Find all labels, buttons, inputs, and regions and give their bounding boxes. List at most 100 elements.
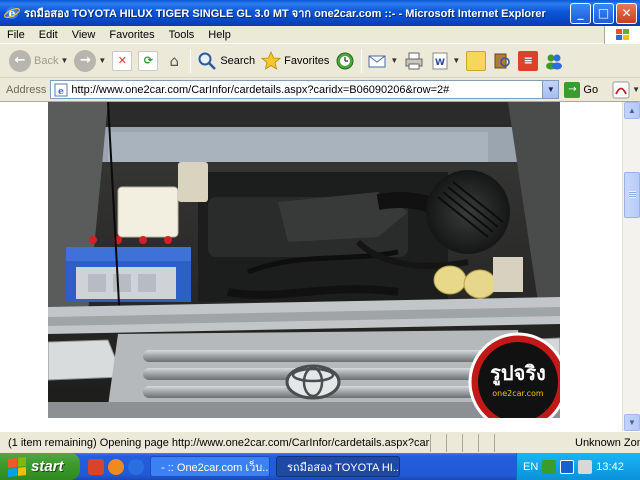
watermark-main-text: รูปจริง bbox=[490, 361, 546, 387]
print-button[interactable] bbox=[401, 47, 427, 75]
maximize-button[interactable]: □ bbox=[593, 2, 614, 24]
stop-button[interactable]: ✕ bbox=[109, 47, 135, 75]
edit-button[interactable]: W ▼ bbox=[427, 47, 463, 75]
mail-button[interactable]: ▼ bbox=[365, 47, 401, 75]
taskbar-item-one2car[interactable]: e - :: One2car.com เว็บ... bbox=[150, 456, 270, 477]
toolbar: ← Back ▼ → ▼ ✕ ⟳ ⌂ Search Favorites ▼ W … bbox=[0, 44, 640, 78]
home-button[interactable]: ⌂ bbox=[161, 47, 187, 75]
menu-tools[interactable]: Tools bbox=[162, 29, 202, 41]
messenger-button[interactable] bbox=[541, 47, 567, 75]
addon-button[interactable]: ≡ bbox=[515, 47, 541, 75]
minimize-button[interactable]: _ bbox=[570, 2, 591, 24]
page-content: รูปจริง one2car.com bbox=[0, 102, 622, 431]
task-label: รถมือสอง TOYOTA HI... bbox=[287, 461, 400, 474]
car-engine-image: รูปจริง one2car.com bbox=[48, 102, 560, 418]
network-icon[interactable] bbox=[542, 459, 557, 474]
scroll-down-arrow-icon[interactable]: ▼ bbox=[624, 414, 640, 431]
quick-launch bbox=[88, 458, 144, 475]
svg-text:W: W bbox=[435, 58, 445, 68]
windows-logo-icon bbox=[604, 25, 640, 44]
language-indicator[interactable]: EN bbox=[523, 461, 538, 473]
clock[interactable]: 13:42 bbox=[596, 461, 624, 473]
chevron-down-icon[interactable]: ▼ bbox=[632, 85, 640, 94]
security-zone: Unknown Zone bbox=[494, 433, 640, 452]
forward-button[interactable]: → ▼ bbox=[71, 47, 109, 75]
go-arrow-icon: → bbox=[564, 81, 581, 98]
chevron-down-icon[interactable]: ▼ bbox=[60, 56, 68, 65]
url-input[interactable] bbox=[71, 81, 543, 98]
mail-icon bbox=[368, 55, 386, 67]
history-button[interactable] bbox=[332, 47, 358, 75]
menu-edit[interactable]: Edit bbox=[32, 29, 65, 41]
quick-launch-ie-icon[interactable] bbox=[128, 458, 144, 475]
back-arrow-icon: ← bbox=[9, 49, 31, 72]
star-icon bbox=[261, 50, 282, 70]
go-label: Go bbox=[583, 83, 599, 96]
status-cell bbox=[462, 433, 478, 452]
go-button[interactable]: → Go bbox=[564, 81, 599, 98]
chevron-down-icon[interactable]: ▼ bbox=[98, 56, 106, 65]
research-icon bbox=[494, 53, 511, 68]
back-button[interactable]: ← Back ▼ bbox=[6, 47, 71, 75]
acrobat-icon bbox=[612, 81, 630, 98]
status-text: (1 item remaining) Opening page http://w… bbox=[8, 436, 430, 449]
menu-view[interactable]: View bbox=[65, 29, 103, 41]
acrobat-button[interactable]: ▼ bbox=[612, 81, 640, 99]
favorites-label: Favorites bbox=[284, 54, 330, 67]
close-button[interactable]: ✕ bbox=[616, 2, 637, 24]
search-button[interactable]: Search bbox=[194, 47, 258, 75]
engine-bay-photo: รูปจริง one2car.com bbox=[48, 102, 560, 418]
internet-explorer-icon: e bbox=[4, 7, 20, 20]
window-title: รถมือสอง TOYOTA HILUX TIGER SINGLE GL 3.… bbox=[24, 8, 546, 20]
watermark-badge: รูปจริง one2car.com bbox=[468, 332, 560, 418]
svg-text:e: e bbox=[58, 87, 64, 97]
note-icon bbox=[466, 50, 487, 71]
start-button[interactable]: start bbox=[0, 453, 80, 480]
stop-icon: ✕ bbox=[112, 50, 133, 71]
research-button[interactable] bbox=[489, 47, 515, 75]
search-label: Search bbox=[220, 54, 256, 67]
menu-favorites[interactable]: Favorites bbox=[102, 29, 161, 41]
refresh-button[interactable]: ⟳ bbox=[135, 47, 161, 75]
search-icon bbox=[198, 52, 217, 70]
task-label: - :: One2car.com เว็บ... bbox=[161, 461, 270, 474]
tray-app-icon[interactable] bbox=[578, 459, 593, 474]
toolbar-separator bbox=[190, 48, 192, 73]
messenger-icon bbox=[546, 54, 563, 69]
windows-flag-icon bbox=[8, 456, 26, 477]
watermark-sub-text: one2car.com bbox=[492, 389, 544, 398]
menu-help[interactable]: Help bbox=[201, 29, 238, 41]
volume-icon[interactable] bbox=[560, 459, 575, 474]
history-icon bbox=[336, 52, 354, 69]
printer-icon bbox=[405, 52, 423, 69]
home-icon: ⌂ bbox=[169, 51, 180, 70]
addon-icon: ≡ bbox=[518, 50, 539, 71]
word-edit-icon: W bbox=[432, 52, 448, 69]
menu-file[interactable]: File bbox=[0, 29, 32, 41]
menu-bar: File Edit View Favorites Tools Help bbox=[0, 25, 640, 44]
chevron-down-icon[interactable]: ▼ bbox=[542, 81, 559, 98]
quick-launch-addon-icon[interactable] bbox=[88, 458, 104, 475]
system-tray: EN 13:42 bbox=[516, 453, 640, 480]
start-label: start bbox=[31, 458, 64, 475]
discuss-button[interactable] bbox=[463, 47, 489, 75]
vertical-scrollbar[interactable]: ▲ ▼ bbox=[622, 102, 640, 431]
chevron-down-icon[interactable]: ▼ bbox=[452, 56, 460, 65]
zone-label: Unknown Zone bbox=[575, 436, 640, 449]
address-label: Address bbox=[6, 83, 47, 96]
scroll-up-arrow-icon[interactable]: ▲ bbox=[624, 102, 640, 119]
status-cell bbox=[478, 433, 494, 452]
taskbar-item-current[interactable]: e รถมือสอง TOYOTA HI... bbox=[276, 456, 400, 477]
favorites-button[interactable]: Favorites bbox=[258, 47, 332, 75]
scrollbar-thumb[interactable] bbox=[624, 172, 640, 218]
toolbar-separator bbox=[361, 48, 363, 73]
taskbar: start e - :: One2car.com เว็บ... e รถมือ… bbox=[0, 453, 640, 480]
address-field[interactable]: e ▼ bbox=[50, 80, 560, 99]
status-cell bbox=[430, 433, 446, 452]
status-cell bbox=[446, 433, 462, 452]
quick-launch-firefox-icon[interactable] bbox=[108, 458, 124, 475]
chevron-down-icon[interactable]: ▼ bbox=[390, 56, 398, 65]
address-bar: Address e ▼ → Go ▼ bbox=[0, 78, 640, 102]
page-icon: e bbox=[54, 83, 68, 97]
status-bar: e (1 item remaining) Opening page http:/… bbox=[0, 431, 640, 453]
